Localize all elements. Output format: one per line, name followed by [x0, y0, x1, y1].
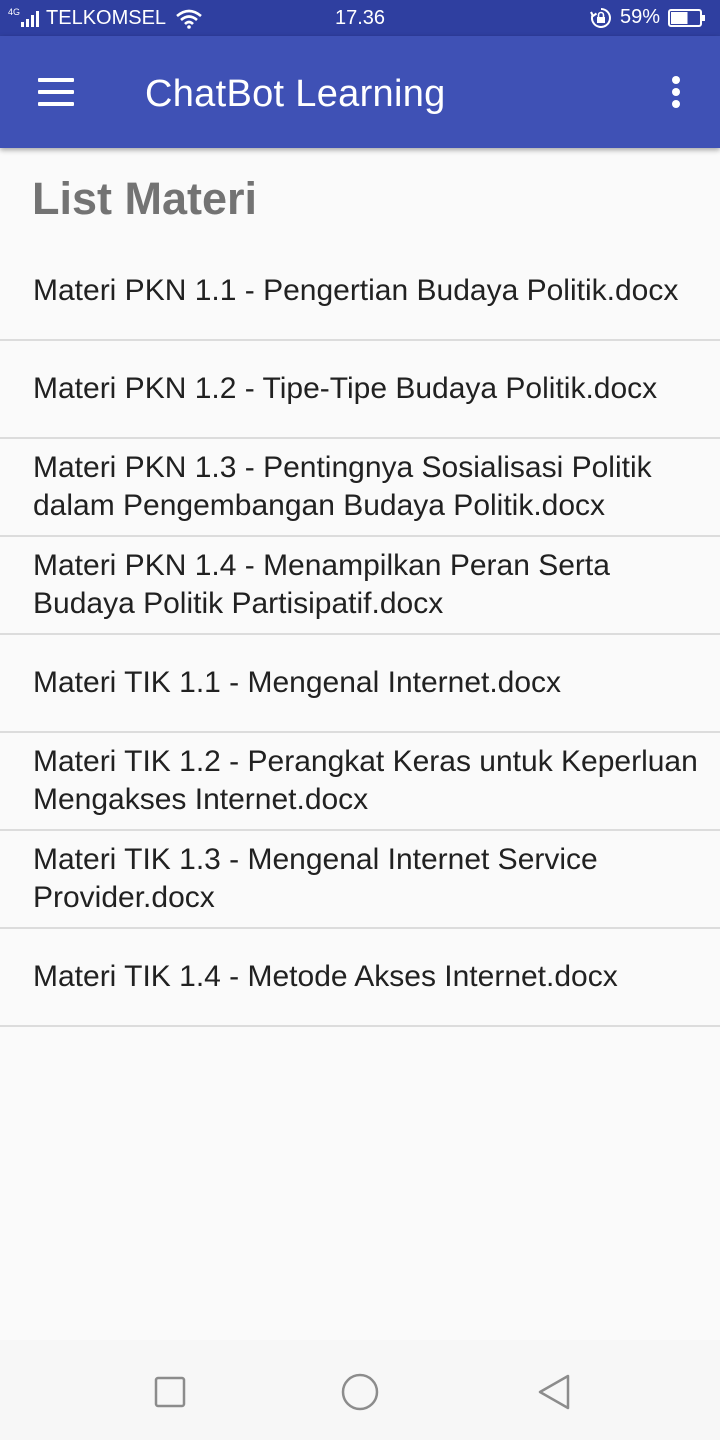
list-item[interactable]: Materi PKN 1.3 - Pentingnya Sosialisasi …: [0, 439, 720, 537]
list-item[interactable]: Materi PKN 1.4 - Menampilkan Peran Serta…: [0, 537, 720, 635]
rotation-lock-icon: [590, 7, 611, 28]
home-circle-icon[interactable]: [338, 1370, 382, 1414]
list-item[interactable]: Materi PKN 1.1 - Pengertian Budaya Polit…: [0, 243, 720, 341]
list-item[interactable]: Materi TIK 1.4 - Metode Akses Internet.d…: [0, 929, 720, 1027]
list-item[interactable]: Materi TIK 1.3 - Mengenal Internet Servi…: [0, 831, 720, 929]
recents-square-icon[interactable]: [148, 1370, 192, 1414]
list-item-label: Materi TIK 1.4 - Metode Akses Internet.d…: [33, 960, 618, 993]
list-item-label: Materi PKN 1.2 - Tipe-Tipe Budaya Politi…: [33, 372, 658, 405]
list-item-label: Materi TIK 1.2 - Perangkat Keras untuk K…: [33, 745, 698, 816]
battery-icon: [668, 8, 705, 27]
system-nav-bar: [0, 1340, 720, 1440]
list-item[interactable]: Materi PKN 1.2 - Tipe-Tipe Budaya Politi…: [0, 341, 720, 439]
list-item[interactable]: Materi TIK 1.2 - Perangkat Keras untuk K…: [0, 733, 720, 831]
list-item-label: Materi TIK 1.3 - Mengenal Internet Servi…: [33, 843, 598, 914]
list-item-label: Materi PKN 1.4 - Menampilkan Peran Serta…: [33, 549, 610, 620]
battery-percent: 59%: [619, 6, 660, 28]
status-right: 59%: [590, 6, 706, 29]
list-item[interactable]: Materi TIK 1.1 - Mengenal Internet.docx: [0, 635, 720, 733]
materi-list: Materi PKN 1.1 - Pengertian Budaya Polit…: [0, 243, 720, 1027]
list-item-label: Materi PKN 1.1 - Pengertian Budaya Polit…: [33, 274, 679, 307]
app-bar: ChatBot Learning: [0, 36, 720, 148]
list-item-label: Materi TIK 1.1 - Mengenal Internet.docx: [33, 666, 562, 699]
app-title: ChatBot Learning: [145, 73, 446, 115]
back-triangle-icon[interactable]: [530, 1370, 574, 1414]
page-title: List Materi: [32, 173, 258, 224]
list-item-label: Materi PKN 1.3 - Pentingnya Sosialisasi …: [33, 451, 652, 522]
overflow-menu-button[interactable]: [656, 70, 696, 114]
status-bar: 4G TELKOMSEL 17.36 59%: [0, 0, 720, 36]
hamburger-menu-button[interactable]: [28, 66, 84, 118]
